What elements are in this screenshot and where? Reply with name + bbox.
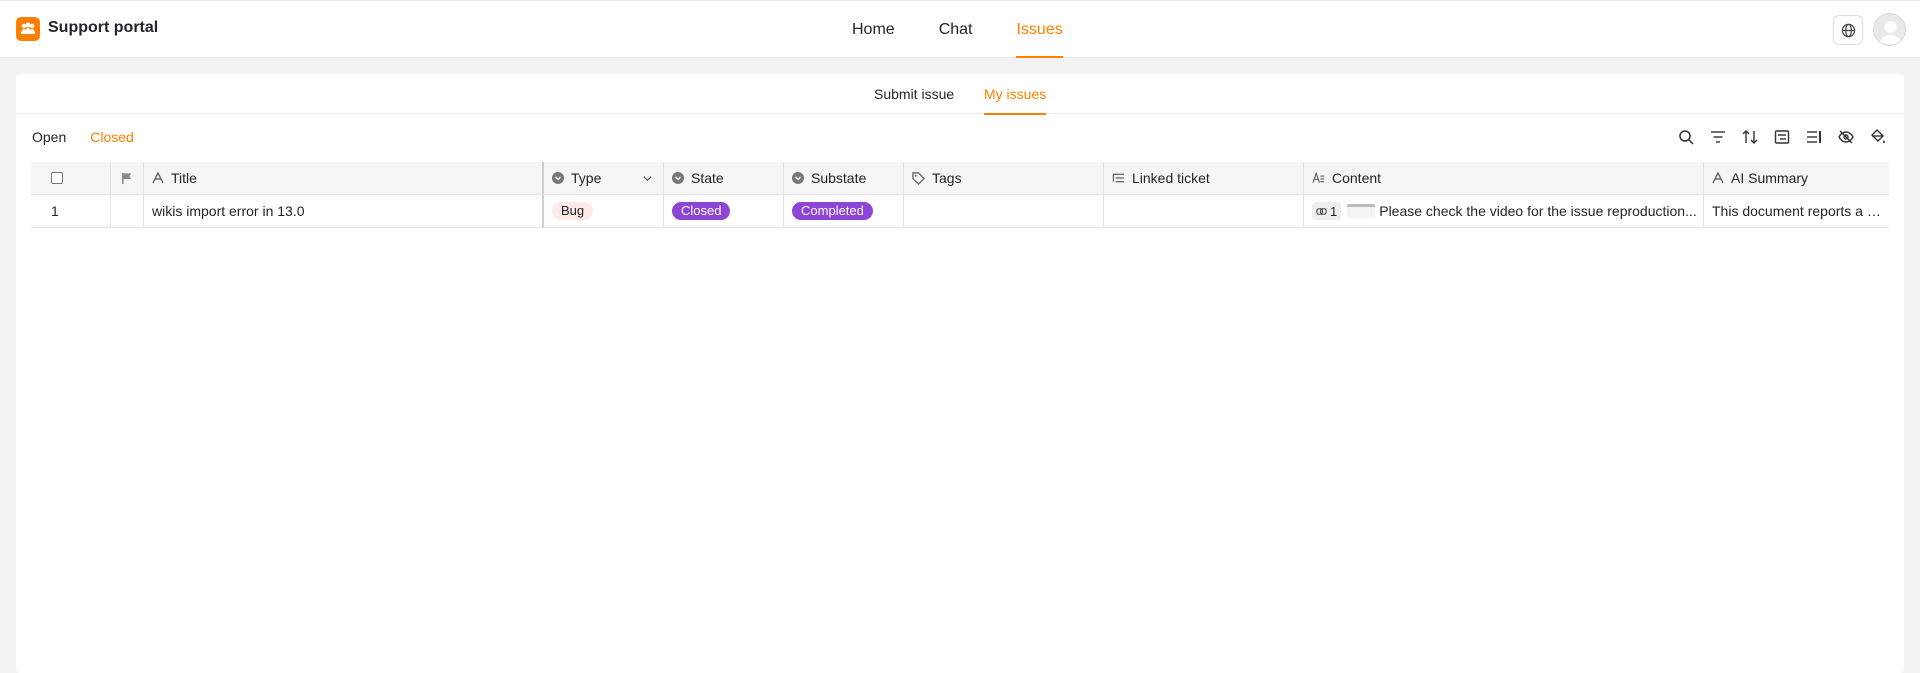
- content-value: Please check the video for the issue rep…: [1379, 203, 1697, 219]
- row-height-icon[interactable]: [1804, 127, 1824, 147]
- sort-icon[interactable]: [1740, 127, 1760, 147]
- globe-icon: [1841, 23, 1855, 37]
- chevron-down-icon[interactable]: [642, 171, 653, 187]
- column-label: Linked ticket: [1132, 170, 1210, 186]
- attachment-icon: [1316, 207, 1327, 215]
- column-header-title[interactable]: Title: [144, 162, 544, 194]
- link-list-icon: [1112, 172, 1125, 184]
- column-header-tags[interactable]: Tags: [904, 162, 1104, 194]
- column-label: State: [691, 170, 724, 186]
- type-badge: Bug: [552, 202, 594, 220]
- issues-table: Title Type State Substate Tags Linked ti…: [31, 162, 1889, 228]
- select-all-checkbox[interactable]: [51, 172, 63, 184]
- table-row[interactable]: 1 wikis import error in 13.0 Bug Closed …: [31, 195, 1889, 228]
- column-header-content[interactable]: Content: [1304, 162, 1704, 194]
- long-text-icon: [1312, 172, 1325, 184]
- group-icon[interactable]: [1772, 127, 1792, 147]
- table-toolbar: [1676, 127, 1888, 147]
- color-fill-icon[interactable]: [1868, 127, 1888, 147]
- app-title: Support portal: [48, 19, 159, 36]
- tag-icon: [912, 171, 925, 185]
- select-all-cell: [31, 162, 111, 194]
- table-header-row: Title Type State Substate Tags Linked ti…: [31, 162, 1889, 195]
- column-label: Title: [171, 170, 197, 186]
- flag-column-header[interactable]: [111, 162, 144, 194]
- single-select-icon: [672, 172, 684, 184]
- substate-badge: Completed: [792, 202, 873, 220]
- substate-cell[interactable]: Completed: [784, 195, 904, 227]
- column-label: Substate: [811, 170, 867, 186]
- nav-home[interactable]: Home: [840, 1, 907, 58]
- flag-icon: [121, 172, 131, 184]
- column-label: Tags: [932, 170, 962, 186]
- state-badge: Closed: [672, 202, 731, 220]
- column-header-ai-summary[interactable]: AI Summary: [1704, 162, 1889, 194]
- nav-issues[interactable]: Issues: [1004, 1, 1074, 58]
- text-icon: [152, 172, 164, 184]
- subtab-bar: Submit issue My issues: [16, 74, 1904, 115]
- attachment-badge[interactable]: 1: [1312, 202, 1342, 220]
- search-icon[interactable]: [1676, 127, 1696, 147]
- hide-columns-icon[interactable]: [1836, 127, 1856, 147]
- main-nav: Home Chat Issues: [840, 1, 1095, 58]
- linked-ticket-cell[interactable]: [1104, 195, 1304, 227]
- type-cell[interactable]: Bug: [544, 195, 664, 227]
- state-cell[interactable]: Closed: [664, 195, 784, 227]
- content-cell[interactable]: 1 Please check the video for the issue r…: [1304, 195, 1704, 227]
- top-bar: Support portal Home Chat Issues: [0, 0, 1920, 58]
- column-label: AI Summary: [1731, 170, 1809, 186]
- row-index-cell: 1: [31, 195, 111, 227]
- column-header-substate[interactable]: Substate: [784, 162, 904, 194]
- nav-chat[interactable]: Chat: [927, 1, 985, 58]
- ai-summary-cell[interactable]: This document reports a wi...: [1704, 195, 1889, 227]
- ai-summary-value: This document reports a wi...: [1712, 203, 1889, 219]
- view-tab-closed[interactable]: Closed: [90, 129, 134, 145]
- view-tab-open[interactable]: Open: [32, 129, 66, 145]
- tags-cell[interactable]: [904, 195, 1104, 227]
- avatar[interactable]: [1873, 13, 1906, 46]
- column-label: Content: [1332, 170, 1382, 186]
- row-flag-cell[interactable]: [111, 195, 144, 227]
- single-select-icon: [552, 172, 564, 184]
- main-panel: Submit issue My issues Open Closed Title…: [16, 74, 1904, 673]
- column-header-linked-ticket[interactable]: Linked ticket: [1104, 162, 1304, 194]
- tab-my-issues[interactable]: My issues: [984, 74, 1047, 115]
- view-tabs: Open Closed: [32, 129, 134, 145]
- text-icon: [1712, 172, 1724, 184]
- user-icon: [1879, 21, 1902, 44]
- column-label: Type: [571, 170, 602, 186]
- title-value: wikis import error in 13.0: [152, 203, 305, 219]
- filter-icon[interactable]: [1708, 127, 1728, 147]
- video-thumbnail[interactable]: [1347, 204, 1376, 218]
- logo-icon[interactable]: [16, 17, 40, 41]
- language-button[interactable]: [1833, 15, 1863, 45]
- tab-submit-issue[interactable]: Submit issue: [874, 74, 954, 114]
- title-cell[interactable]: wikis import error in 13.0: [144, 195, 544, 227]
- column-header-type[interactable]: Type: [544, 162, 664, 194]
- attachment-count: 1: [1330, 203, 1338, 219]
- column-header-state[interactable]: State: [664, 162, 784, 194]
- row-number: 1: [51, 203, 59, 219]
- single-select-icon: [792, 172, 804, 184]
